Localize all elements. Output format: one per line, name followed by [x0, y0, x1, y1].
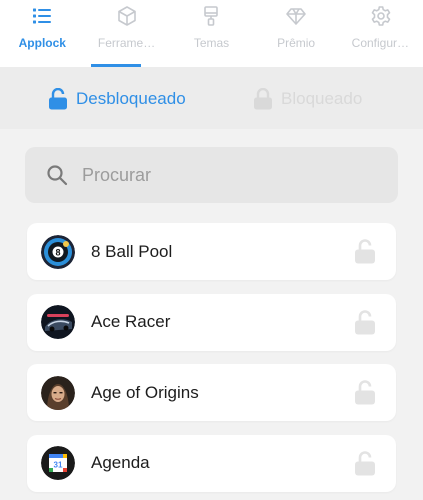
locked-tab-label: Bloqueado	[281, 89, 363, 108]
tab-ferramentas-label: Ferramentas	[97, 36, 156, 50]
app-item-8-ball-pool[interactable]: 8 8 Ball Pool	[27, 223, 396, 280]
unlocked-padlock-icon[interactable]	[354, 309, 376, 335]
app-item-ace-racer[interactable]: Ace Racer	[27, 293, 396, 351]
tab-temas-label: Temas	[193, 36, 230, 50]
app-item-agenda[interactable]: 31 Agenda	[27, 434, 396, 492]
search-bar[interactable]	[25, 147, 398, 203]
tab-applock-label: Applock	[18, 36, 66, 50]
unlocked-padlock-icon[interactable]	[354, 450, 376, 476]
diamond-icon	[286, 8, 306, 25]
app-list: 8 8 Ball Pool Ace Racer Age of Origins 3…	[27, 223, 396, 500]
ace-racer-icon	[41, 305, 75, 339]
paint-brush-icon	[204, 6, 219, 26]
unlocked-tab[interactable]: Desbloqueado	[48, 86, 186, 112]
unlocked-tab-label: Desbloqueado	[76, 89, 186, 108]
unlocked-padlock-icon[interactable]	[354, 239, 376, 264]
app-name: Ace Racer	[91, 312, 171, 331]
age-of-origins-icon	[41, 375, 75, 410]
8-ball-pool-icon: 8	[41, 234, 75, 269]
app-item-age-of-origins[interactable]: Age of Origins	[27, 364, 396, 421]
gear-icon	[371, 6, 390, 26]
search-icon	[47, 165, 68, 186]
locked-tab[interactable]: Bloqueado	[253, 86, 362, 112]
tab-ferramentas[interactable]: Ferramentas	[85, 0, 170, 67]
top-navigation: Applock Ferramentas Temas Prêmio Configu…	[0, 0, 423, 72]
locked-padlock-icon	[254, 88, 272, 110]
tab-premio[interactable]: Prêmio	[254, 0, 339, 67]
unlocked-padlock-icon[interactable]	[354, 380, 376, 405]
search-input[interactable]	[82, 164, 372, 186]
tab-configuracoes-label: Configurações	[351, 36, 410, 50]
app-name: Agenda	[91, 453, 150, 472]
svg-text:31: 31	[54, 461, 63, 470]
lock-filter-bar: Desbloqueado Bloqueado	[0, 67, 423, 129]
agenda-icon: 31	[41, 446, 75, 480]
tab-premio-label: Prêmio	[277, 36, 316, 50]
svg-text:8: 8	[55, 247, 60, 257]
tab-applock[interactable]: Applock	[0, 0, 85, 67]
list-icon	[33, 8, 52, 24]
tab-configuracoes[interactable]: Configurações	[338, 0, 423, 67]
cube-icon	[118, 6, 136, 26]
tab-temas[interactable]: Temas	[169, 0, 254, 67]
app-name: Age of Origins	[91, 382, 199, 402]
unlocked-padlock-icon	[49, 88, 67, 110]
app-name: 8 Ball Pool	[91, 241, 173, 261]
